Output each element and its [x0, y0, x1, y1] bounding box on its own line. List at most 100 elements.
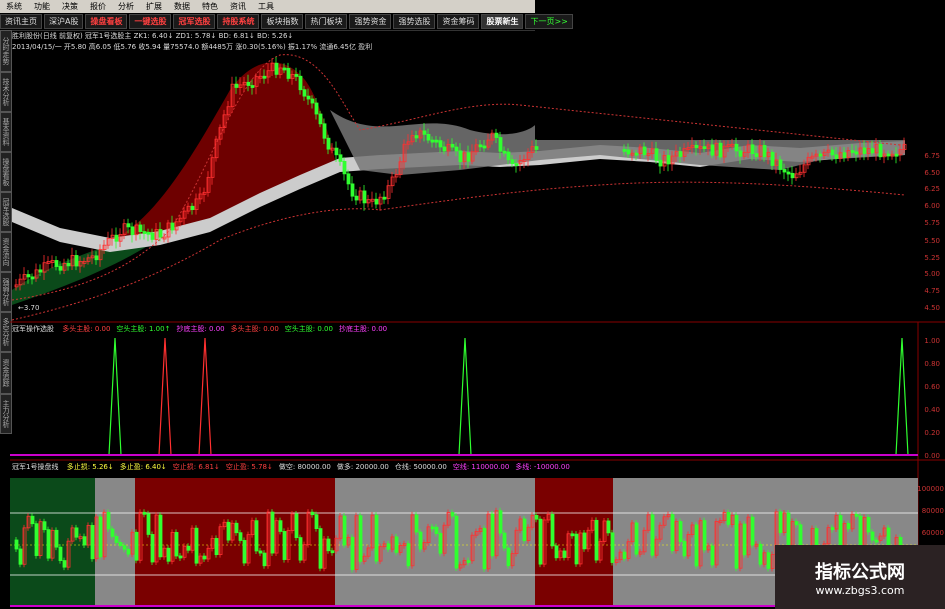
candle — [854, 151, 859, 155]
panel2-value: 空头主股: 1.00↑ — [116, 325, 171, 333]
osc-candle — [134, 531, 139, 561]
osc-candle — [98, 516, 103, 558]
price-tick: 6.75 — [924, 152, 940, 160]
panel3-label: 冠军1号操盘线 — [12, 463, 59, 471]
candle — [350, 183, 355, 197]
osc-candle — [214, 538, 219, 556]
osc-candle — [262, 552, 267, 567]
panel2-tick: 1.00 — [924, 337, 940, 345]
price-tick: 4.75 — [924, 287, 940, 295]
low-price-label: ←3.70 — [18, 304, 39, 312]
osc-candle — [142, 511, 147, 515]
candle — [318, 113, 323, 125]
candle — [786, 171, 791, 175]
osc-candle — [670, 514, 675, 552]
candle — [58, 266, 63, 271]
osc-candle — [258, 550, 263, 554]
osc-candle — [582, 532, 587, 550]
osc-candle — [74, 527, 79, 538]
candle — [626, 149, 631, 155]
osc-candle — [358, 515, 363, 562]
osc-candle — [118, 542, 123, 547]
osc-candle — [870, 531, 875, 541]
candle — [334, 147, 339, 156]
price-tick: 5.75 — [924, 219, 940, 227]
candle — [834, 154, 839, 159]
osc-candle — [42, 521, 47, 531]
candle — [382, 196, 387, 200]
candle — [414, 135, 419, 139]
panel2-value: 抄底主股: 0.00 — [176, 325, 225, 333]
candle — [514, 163, 519, 166]
osc-candle — [110, 528, 115, 537]
osc-candle — [330, 550, 335, 554]
osc-candle — [562, 550, 567, 558]
osc-candle — [310, 511, 315, 516]
candle — [282, 67, 287, 71]
candle — [534, 146, 539, 150]
candle — [22, 274, 27, 280]
osc-candle — [326, 538, 331, 552]
osc-candle — [874, 539, 879, 543]
osc-candle — [538, 518, 543, 565]
candle — [482, 145, 487, 149]
candle — [478, 144, 483, 148]
candle — [782, 169, 787, 173]
osc-candle — [242, 540, 247, 564]
candle — [710, 144, 715, 156]
candle — [438, 140, 443, 148]
panel2-tick: 0.20 — [924, 429, 940, 437]
panel3-value: 空线: 110000.00 — [452, 463, 510, 471]
osc-candle — [14, 539, 19, 550]
osc-candle — [18, 548, 23, 565]
candle — [26, 274, 31, 278]
osc-candle — [522, 518, 527, 542]
panel3-tick: 60000 — [922, 529, 944, 537]
osc-candle — [166, 547, 171, 562]
panel2-value: 空头主股: 0.00 — [284, 325, 333, 333]
candle — [74, 255, 79, 267]
candle — [734, 143, 739, 152]
candle — [14, 284, 19, 288]
osc-candle — [678, 521, 683, 542]
osc-candle — [106, 511, 111, 530]
panel3-value: 做多: 20000.00 — [336, 463, 389, 471]
osc-candle — [502, 532, 507, 549]
osc-candle — [386, 543, 391, 550]
osc-candle — [294, 513, 299, 539]
osc-candle — [466, 560, 471, 563]
candle — [234, 83, 239, 88]
panel2-header: 冠军操作选股 多头主股: 0.00 空头主股: 1.00↑ 抄底主股: 0.00 多头… — [12, 324, 399, 334]
signal-spike — [198, 337, 212, 456]
candle — [286, 67, 291, 79]
candle — [142, 231, 147, 234]
panel3-value: 仓线: 50000.00 — [394, 463, 447, 471]
candle — [426, 133, 431, 141]
osc-candle — [146, 513, 151, 535]
osc-candle — [194, 527, 199, 564]
candle — [634, 152, 639, 156]
signal-spike — [158, 337, 172, 456]
osc-candle — [866, 517, 871, 533]
osc-candle — [282, 531, 287, 560]
candle — [30, 276, 35, 280]
osc-candle — [742, 523, 747, 556]
candle — [322, 123, 327, 139]
panel3-values: 多止损: 5.26↓ 多止盈: 6.40↓ 空止损: 6.81↓ 空止盈: 5.78↓… — [67, 463, 576, 471]
candle — [718, 142, 723, 158]
candle — [138, 224, 143, 232]
candle — [678, 151, 683, 157]
panel3-tick: 100000 — [917, 485, 944, 493]
candle — [430, 139, 435, 143]
watermark-url: www.zbgs3.com — [815, 583, 905, 597]
candle — [510, 159, 515, 164]
candle — [314, 102, 319, 115]
candle — [346, 173, 351, 185]
candle — [754, 153, 759, 157]
panel2-values: 多头主股: 0.00 空头主股: 1.00↑ 抄底主股: 0.00 多头主股: 0.0… — [62, 325, 393, 333]
candle — [794, 173, 799, 179]
watermark-title: 指标公式网 — [815, 561, 905, 583]
candle — [342, 161, 347, 175]
signal-spike — [458, 337, 472, 456]
osc-candle — [846, 523, 851, 530]
